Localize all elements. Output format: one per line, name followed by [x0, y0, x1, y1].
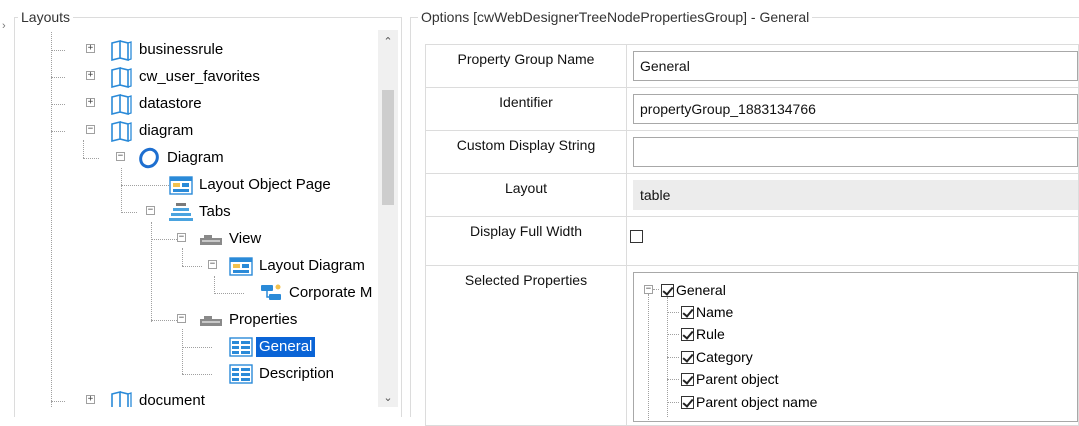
- circle-node-icon: [139, 147, 159, 169]
- tree-node-diagram[interactable]: diagram: [108, 119, 196, 143]
- custom-display-string-input[interactable]: [633, 137, 1078, 167]
- scroll-up-icon[interactable]: ⌃: [378, 34, 398, 50]
- property-group-name-input[interactable]: General: [633, 51, 1078, 81]
- tree-node-tabs[interactable]: Tabs: [168, 200, 234, 224]
- tree-node-document[interactable]: document: [108, 389, 208, 407]
- tree-node-label: Corporate M: [289, 284, 373, 301]
- tree-node-diagram-object[interactable]: Diagram: [136, 146, 227, 170]
- corporate-model-icon: [261, 284, 281, 300]
- property-label: Parent object: [696, 371, 779, 387]
- property-group-icon: [229, 337, 253, 357]
- tree-node-label-selected: General: [256, 337, 316, 357]
- tree-node-label: cw_user_favorites: [139, 68, 260, 85]
- collapse-toggle[interactable]: −: [177, 314, 186, 323]
- layout-field: table: [633, 180, 1078, 210]
- expand-toggle[interactable]: +: [86, 71, 95, 80]
- tree-node-layout-diagram[interactable]: Layout Diagram: [228, 254, 368, 278]
- options-property-grid: Property Group Name General Identifier p…: [425, 44, 1079, 426]
- tree-node-label: Diagram: [167, 149, 224, 166]
- tree-node-layout-object-page[interactable]: Layout Object Page: [168, 173, 334, 197]
- tabs-stack-icon: [169, 203, 193, 221]
- property-group-name-label: Property Group Name: [425, 44, 627, 88]
- tree-node-label: datastore: [139, 95, 202, 112]
- tree-node-label: Layout Diagram: [259, 257, 365, 274]
- book-icon: [111, 120, 132, 142]
- property-group-general[interactable]: General: [661, 280, 726, 300]
- selected-properties-label: Selected Properties: [425, 265, 627, 426]
- expand-toggle[interactable]: +: [86, 44, 95, 53]
- collapse-toggle[interactable]: −: [146, 206, 155, 215]
- display-full-width-checkbox[interactable]: [630, 230, 643, 243]
- tab-folder-icon: [200, 316, 222, 326]
- tree-node-label: diagram: [139, 122, 194, 139]
- tree-node-view[interactable]: View: [198, 227, 264, 251]
- tree-node-label: Tabs: [199, 203, 231, 220]
- property-label: General: [676, 282, 726, 298]
- layouts-tree[interactable]: + + + − − − − − − + businessrule cw_user…: [40, 32, 378, 407]
- layout-page-icon: [229, 257, 253, 276]
- property-item-name[interactable]: Name: [681, 302, 733, 322]
- tree-vertical-scrollbar[interactable]: ⌃ ⌄: [378, 30, 398, 407]
- identifier-input[interactable]: propertyGroup_1883134766: [633, 94, 1078, 124]
- property-group-icon: [229, 364, 253, 384]
- expand-toggle[interactable]: +: [86, 395, 95, 404]
- tree-node-general[interactable]: General: [228, 335, 316, 359]
- tree-node-label: Layout Object Page: [199, 176, 331, 193]
- book-icon: [111, 390, 132, 407]
- property-checkbox[interactable]: [661, 283, 674, 297]
- layout-page-icon: [169, 176, 193, 195]
- collapse-toggle[interactable]: −: [208, 260, 217, 269]
- tree-node-cw-user-favorites[interactable]: cw_user_favorites: [108, 65, 263, 89]
- tree-node-corporate-m[interactable]: Corporate M: [258, 281, 375, 305]
- book-icon: [111, 66, 132, 88]
- tree-node-label: businessrule: [139, 41, 224, 58]
- layout-label: Layout: [425, 173, 627, 217]
- property-item-parent-object-name[interactable]: Parent object name: [681, 392, 817, 412]
- splitter-grip-icon[interactable]: ›: [2, 20, 6, 32]
- property-checkbox[interactable]: [681, 327, 694, 341]
- layouts-title: Layouts: [18, 8, 74, 26]
- property-label: Rule: [696, 326, 725, 342]
- tree-node-label: View: [229, 230, 262, 247]
- property-checkbox[interactable]: [681, 305, 694, 319]
- book-icon: [111, 93, 132, 115]
- scrollbar-thumb[interactable]: [382, 90, 394, 205]
- property-item-rule[interactable]: Rule: [681, 324, 725, 344]
- book-icon: [111, 39, 132, 61]
- collapse-toggle[interactable]: −: [177, 233, 186, 242]
- collapse-toggle[interactable]: −: [86, 125, 95, 134]
- scroll-down-icon[interactable]: ⌄: [378, 390, 398, 406]
- selected-properties-tree[interactable]: − General Name Rule Category Parent obje…: [633, 272, 1078, 422]
- tree-node-label: Properties: [229, 311, 298, 328]
- collapse-toggle[interactable]: −: [116, 152, 125, 161]
- tree-node-label: Description: [259, 365, 335, 382]
- display-full-width-label: Display Full Width: [425, 216, 627, 266]
- custom-display-string-label: Custom Display String: [425, 130, 627, 174]
- tree-node-datastore[interactable]: datastore: [108, 92, 205, 116]
- property-label: Name: [696, 304, 734, 320]
- tree-node-properties[interactable]: Properties: [198, 308, 300, 332]
- property-item-category[interactable]: Category: [681, 347, 753, 367]
- expand-toggle[interactable]: +: [86, 98, 95, 107]
- property-item-parent-object[interactable]: Parent object: [681, 369, 779, 389]
- tree-node-label: document: [139, 392, 205, 407]
- tab-folder-icon: [200, 235, 222, 245]
- property-label: Category: [696, 349, 753, 365]
- property-checkbox[interactable]: [681, 372, 694, 386]
- collapse-toggle[interactable]: −: [644, 285, 653, 294]
- identifier-label: Identifier: [425, 87, 627, 131]
- property-checkbox[interactable]: [681, 350, 694, 364]
- property-label: Parent object name: [696, 394, 818, 410]
- options-title: Options [cwWebDesignerTreeNodeProperties…: [418, 8, 813, 26]
- tree-node-businessrule[interactable]: businessrule: [108, 38, 226, 62]
- tree-node-description[interactable]: Description: [228, 362, 337, 386]
